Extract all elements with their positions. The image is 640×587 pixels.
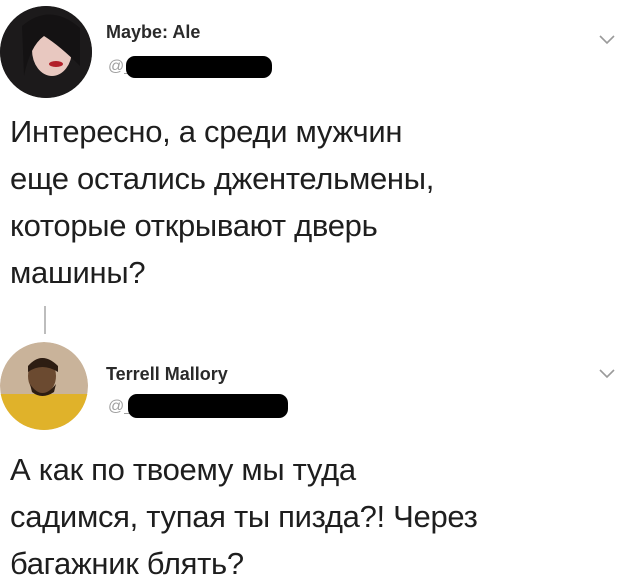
redacted-handle <box>126 56 272 78</box>
avatar-photo <box>0 6 92 98</box>
avatar[interactable] <box>0 342 88 430</box>
author-name[interactable]: Terrell Mallory <box>106 364 228 385</box>
tweet-text: Интересно, а среди мужчин еще остались д… <box>10 114 435 290</box>
chevron-down-icon[interactable] <box>598 34 616 46</box>
redacted-handle <box>128 394 288 418</box>
avatar[interactable] <box>0 6 92 98</box>
thread-line <box>44 306 46 334</box>
avatar-photo <box>0 342 88 430</box>
author-name[interactable]: Maybe: Ale <box>106 22 200 43</box>
tweet-text: А как по твоему мы туда садимся, тупая т… <box>10 452 478 581</box>
chevron-down-icon[interactable] <box>598 368 616 380</box>
